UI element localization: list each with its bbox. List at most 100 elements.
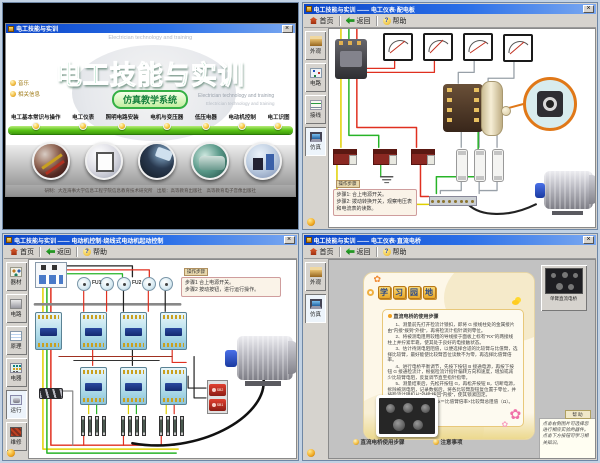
close-button[interactable]: × xyxy=(583,236,594,244)
ceramic-fuse-3[interactable] xyxy=(117,277,131,291)
rotary-switch-knob[interactable] xyxy=(501,106,511,116)
back-button[interactable]: 返回 xyxy=(343,15,374,27)
menu-item-drawings[interactable]: 电工识图 xyxy=(267,113,289,139)
header-char: 学 xyxy=(378,286,391,299)
window-title: 电工技能与实训 —— 电工仪表·配电板 xyxy=(314,5,582,14)
music-ball[interactable] xyxy=(7,449,15,457)
back-button[interactable]: 返回 xyxy=(43,246,74,258)
link-ball-icon xyxy=(353,439,359,445)
publisher-footer: 研制：大连海事大学信息工程学院信息教育技术研究所 出版：高等教育出版社 高等教育… xyxy=(6,185,295,196)
precautions-link[interactable]: 注意事项 xyxy=(433,438,463,446)
menu-ball-icon[interactable] xyxy=(163,122,171,130)
back-icon xyxy=(346,248,355,255)
device-thumbnail-button[interactable]: 单臂直流电桥 xyxy=(541,265,587,311)
menu-ball-icon[interactable] xyxy=(202,122,210,130)
app-icon xyxy=(306,6,312,12)
learning-canvas: ✿ 学 习 园 地 直流电桥的使用步骤 1、测量前先打开检流计锁扣，即将 G 接… xyxy=(328,259,597,459)
mode-simulation[interactable]: 仿真 xyxy=(305,127,326,156)
ceramic-fuse-4[interactable] xyxy=(142,277,156,291)
ceramic-fuse-1[interactable] xyxy=(77,277,91,291)
fuse-link-1[interactable] xyxy=(456,149,468,182)
mode-principle[interactable]: 原理 xyxy=(6,326,27,355)
menu-item-machines[interactable]: 电机与变压器 xyxy=(150,113,183,139)
contactor xyxy=(120,367,147,405)
menu-ball-icon[interactable] xyxy=(238,122,246,130)
toolbar-separator xyxy=(339,247,341,257)
meter-panel-window: 电工技能与实训 —— 电工仪表·配电板 × 首页 返回 ?帮助 外观 电路 接线… xyxy=(302,2,599,230)
mode-label: 仿真 xyxy=(310,143,321,151)
titlebar[interactable]: 电工技能与实训 —— 电动机控制·绕线式电动机起动控制 × xyxy=(4,235,297,245)
menu-item-meters[interactable]: 电工仪表 xyxy=(72,113,94,139)
step-line: 步骤2: 拨动转换开关，观察电压表和电流表的读数。 xyxy=(337,199,413,213)
mode-equipment[interactable]: 器材 xyxy=(6,262,27,291)
splash-titlebar[interactable]: 电工技能与实训 × xyxy=(6,24,295,33)
music-ball[interactable] xyxy=(307,218,315,226)
apparatus-icon xyxy=(10,363,22,373)
menu-item-lv-apparatus[interactable]: 低压电器 xyxy=(195,113,217,139)
close-button[interactable]: × xyxy=(282,25,293,33)
motor-base xyxy=(245,381,281,386)
close-button[interactable]: × xyxy=(284,236,295,244)
mode-circuit[interactable]: 电路 xyxy=(6,294,27,323)
fuse-link-2[interactable] xyxy=(474,149,486,182)
ceramic-fuse-5[interactable] xyxy=(159,277,173,291)
equipment-icon xyxy=(10,267,22,277)
back-button[interactable]: 返回 xyxy=(343,246,374,258)
mode-wiring[interactable]: 接线 xyxy=(305,95,326,124)
titlebar[interactable]: 电工技能与实训 —— 电工仪表·配电板 × xyxy=(304,4,597,14)
motor-endcap xyxy=(288,341,296,373)
home-label: 首页 xyxy=(320,247,334,257)
circuit-breaker[interactable] xyxy=(35,262,67,288)
mode-apparatus[interactable]: 电器 xyxy=(6,358,27,387)
ceramic-fuse-2[interactable] xyxy=(100,277,114,291)
knob-closeup[interactable] xyxy=(537,91,563,117)
rotary-switch-cylinder[interactable] xyxy=(481,81,503,136)
home-button[interactable]: 首页 xyxy=(307,15,337,27)
close-button[interactable]: × xyxy=(583,5,594,13)
knife-switch[interactable] xyxy=(39,388,63,399)
window-title: 电工技能与实训 xyxy=(16,24,280,33)
back-label: 返回 xyxy=(57,247,71,257)
start-button[interactable]: SB1 xyxy=(209,399,226,411)
photo-motor xyxy=(191,142,229,180)
music-link[interactable]: 音乐 xyxy=(10,79,40,87)
menu-ball-icon[interactable] xyxy=(79,122,87,130)
mode-appearance[interactable]: 外观 xyxy=(305,31,326,60)
menu-ball-icon[interactable] xyxy=(32,122,40,130)
menu-item-lighting[interactable]: 照明电路安装 xyxy=(106,113,139,139)
fuse-link-3[interactable] xyxy=(492,149,504,182)
menu-ball-icon[interactable] xyxy=(118,122,126,130)
mode-repair[interactable]: 维修 xyxy=(6,422,27,451)
menu-item-motor-control[interactable]: 电动机控制 xyxy=(228,113,256,139)
terminal-strip xyxy=(429,196,477,206)
usage-step-paragraph: 3、估计待测电阻阻值，以便选择合适的比较臂与比值臂，选择比较臂，最好能使比较臂首… xyxy=(388,346,518,363)
circuit-breaker[interactable] xyxy=(335,39,367,79)
music-ball[interactable] xyxy=(307,449,315,457)
titlebar[interactable]: 电工技能与实训 —— 电工仪表·直流电桥 × xyxy=(304,235,597,245)
usage-steps-link[interactable]: 直流电桥使用步骤 xyxy=(353,438,405,446)
info-link[interactable]: 相关信息 xyxy=(10,90,40,98)
mode-simulation[interactable]: 仿真 xyxy=(305,294,326,323)
mode-appearance[interactable]: 外观 xyxy=(305,262,326,291)
stop-button[interactable]: SB2 xyxy=(209,384,226,396)
menu-ball-icon[interactable] xyxy=(274,122,282,130)
motor-shaft xyxy=(225,350,237,368)
header-char: 习 xyxy=(393,286,406,299)
mode-label: 电器 xyxy=(10,374,21,382)
steps-tab: 操作步骤 xyxy=(336,180,360,188)
toolbar-separator xyxy=(376,16,378,26)
current-transformer-3 xyxy=(411,149,435,165)
home-button[interactable]: 首页 xyxy=(307,246,337,258)
rotary-switch-body[interactable] xyxy=(443,84,483,132)
mode-circuit[interactable]: 电路 xyxy=(305,63,326,92)
menu-item-basics[interactable]: 电工基本常识与操作 xyxy=(11,113,61,139)
home-button[interactable]: 首页 xyxy=(7,246,37,258)
mode-run[interactable]: 运行 xyxy=(6,390,27,419)
toolbar: 首页 返回 ?帮助 xyxy=(4,245,297,259)
photo-tools xyxy=(32,142,70,180)
help-button[interactable]: ?帮助 xyxy=(380,246,410,258)
help-button[interactable]: ?帮助 xyxy=(80,246,110,258)
help-button[interactable]: ?帮助 xyxy=(380,15,410,27)
menu-label: 电工基本常识与操作 xyxy=(11,113,61,121)
subtitle-english: Electrician technology and training xyxy=(198,93,274,99)
